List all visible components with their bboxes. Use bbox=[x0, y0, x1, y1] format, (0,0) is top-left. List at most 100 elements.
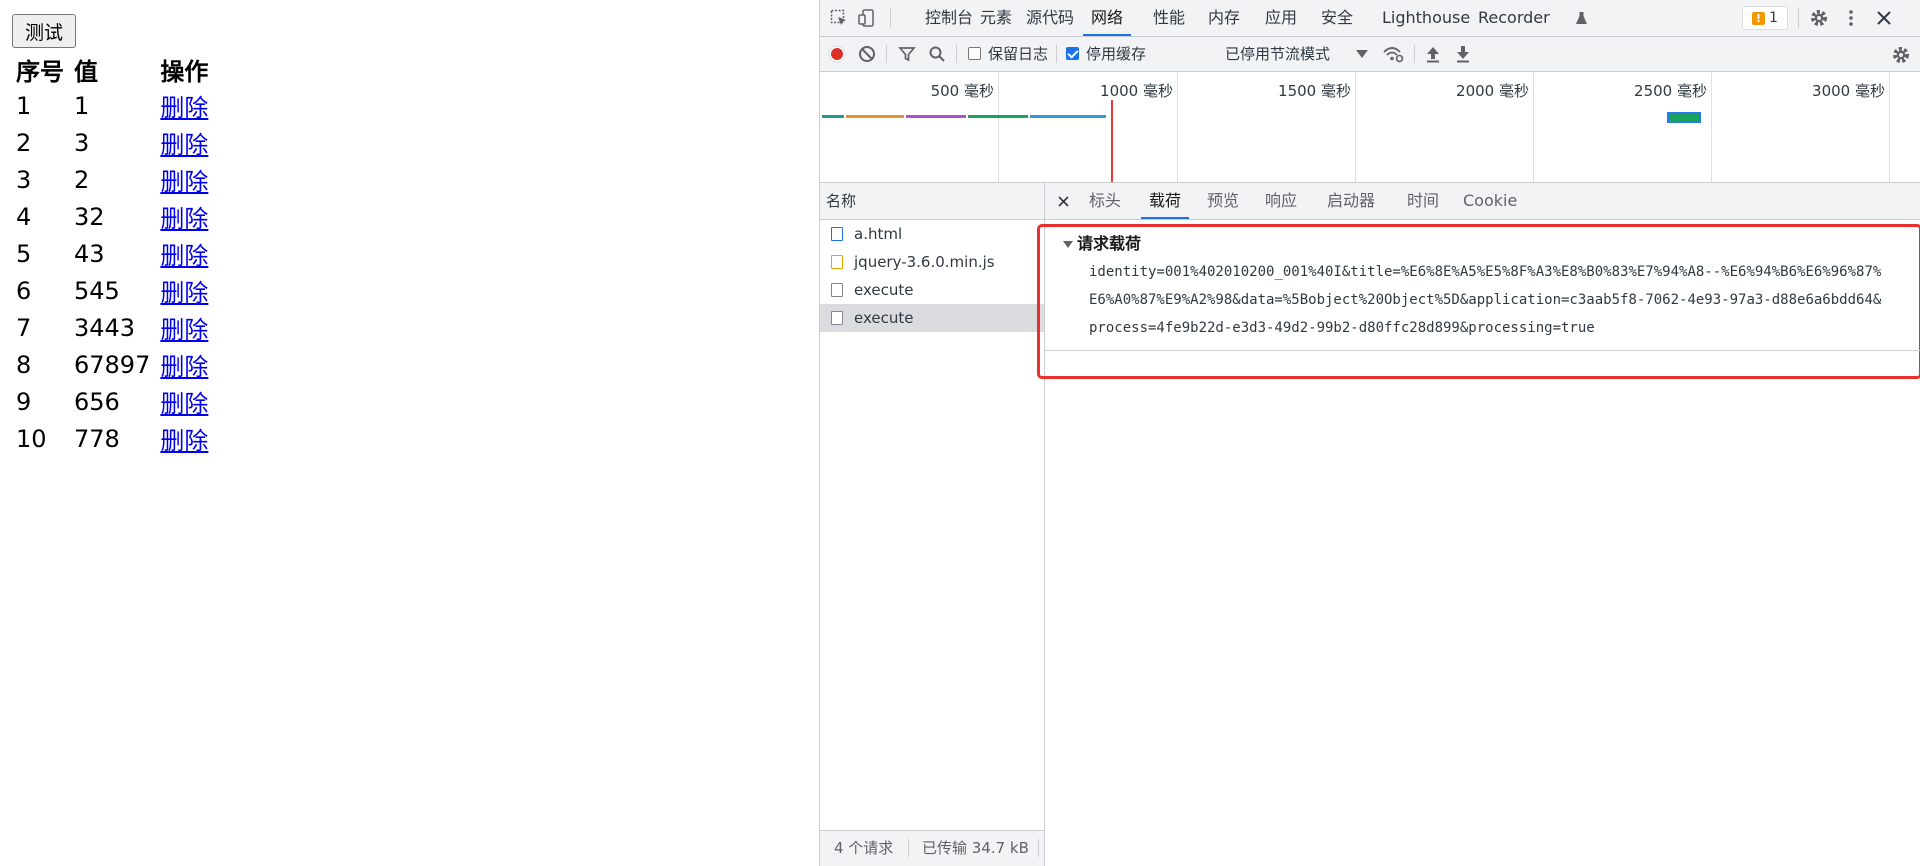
disable-cache-checkbox[interactable] bbox=[1066, 47, 1079, 60]
delete-link[interactable]: 删除 bbox=[160, 94, 208, 122]
tab-7[interactable]: 安全 bbox=[1321, 0, 1353, 36]
row-index: 7 bbox=[16, 313, 32, 342]
download-icon[interactable] bbox=[1454, 45, 1472, 63]
network-settings-gear-icon[interactable] bbox=[1890, 44, 1912, 66]
payload-section-header[interactable]: 请求载荷 bbox=[1063, 230, 1141, 254]
delete-link[interactable]: 删除 bbox=[160, 390, 208, 418]
detail-tab-5[interactable]: 时间 bbox=[1407, 183, 1439, 219]
detail-tab-3[interactable]: 响应 bbox=[1265, 183, 1297, 219]
row-value: 67897 bbox=[74, 350, 151, 379]
clear-icon[interactable] bbox=[858, 45, 876, 63]
tab-1[interactable]: 元素 bbox=[980, 0, 1012, 36]
request-status-bar: 4 个请求 已传输 34.7 kB bbox=[820, 830, 1044, 866]
tab-5[interactable]: 内存 bbox=[1208, 0, 1240, 36]
row-value: 32 bbox=[74, 202, 105, 231]
issues-badge[interactable]: ! 1 bbox=[1742, 6, 1788, 30]
timeline-tick-label: 1000 毫秒 bbox=[1100, 82, 1173, 100]
row-value: 3443 bbox=[74, 313, 136, 342]
tab-6[interactable]: 应用 bbox=[1265, 0, 1297, 36]
network-conditions-icon[interactable] bbox=[1382, 44, 1404, 64]
row-action: 删除 bbox=[156, 272, 214, 309]
timeline-tick-label: 3000 毫秒 bbox=[1812, 82, 1885, 100]
record-icon[interactable] bbox=[828, 45, 846, 63]
triangle-down-icon bbox=[1063, 241, 1073, 248]
disable-cache-label: 停用缓存 bbox=[1086, 45, 1147, 63]
table-row: 9 656 删除 bbox=[12, 383, 214, 420]
tab-0[interactable]: 控制台 bbox=[925, 0, 973, 36]
delete-link[interactable]: 删除 bbox=[160, 427, 208, 455]
search-icon[interactable] bbox=[928, 45, 946, 63]
close-devtools-icon[interactable] bbox=[1874, 8, 1894, 28]
delete-link[interactable]: 删除 bbox=[160, 316, 208, 344]
detail-tab-4[interactable]: 启动器 bbox=[1327, 183, 1375, 219]
waterfall-bar bbox=[822, 115, 844, 118]
settings-gear-icon[interactable] bbox=[1808, 7, 1830, 29]
delete-link[interactable]: 删除 bbox=[160, 205, 208, 233]
request-list-header[interactable]: 名称 bbox=[820, 183, 1044, 220]
row-action: 删除 bbox=[156, 124, 214, 161]
table-row: 10 778 删除 bbox=[12, 420, 214, 457]
timeline-gridline bbox=[1889, 72, 1890, 182]
request-count: 4 个请求 bbox=[834, 839, 894, 857]
row-action: 删除 bbox=[156, 87, 214, 124]
row-index: 6 bbox=[16, 276, 32, 305]
preserve-log-checkbox[interactable] bbox=[968, 47, 981, 60]
delete-link[interactable]: 删除 bbox=[160, 168, 208, 196]
request-name: execute bbox=[854, 309, 914, 327]
close-details-icon[interactable] bbox=[1055, 193, 1071, 209]
throttling-select[interactable]: 已停用节流模式 bbox=[1225, 37, 1330, 71]
tab-3[interactable]: 网络 bbox=[1082, 0, 1132, 36]
timeline-tick-label: 500 毫秒 bbox=[930, 82, 994, 100]
timeline-tick-label: 1500 毫秒 bbox=[1278, 82, 1351, 100]
tab-4[interactable]: 性能 bbox=[1153, 0, 1185, 36]
row-action: 删除 bbox=[156, 235, 214, 272]
request-row[interactable]: execute bbox=[820, 276, 1044, 304]
waterfall-bar bbox=[846, 115, 904, 118]
row-value: 43 bbox=[74, 239, 105, 268]
delete-link[interactable]: 删除 bbox=[160, 242, 208, 270]
table-row: 6 545 删除 bbox=[12, 272, 214, 309]
detail-tab-0[interactable]: 标头 bbox=[1089, 183, 1121, 219]
issues-count: 1 bbox=[1769, 10, 1778, 26]
more-options-icon[interactable] bbox=[1841, 7, 1861, 29]
devtools-tab-bar: 控制台 元素 源代码 网络 性能 内存 应用 安全 Lighthouse Recorder ! 1 bbox=[820, 0, 1920, 37]
request-list: 名称 a.html jquery-3.6.0.min.js execute execu… bbox=[820, 183, 1045, 866]
device-toolbar-icon[interactable] bbox=[857, 8, 877, 28]
inspect-element-icon[interactable] bbox=[829, 8, 849, 28]
detail-tab-1[interactable]: 载荷 bbox=[1140, 183, 1190, 219]
delete-link[interactable]: 删除 bbox=[160, 353, 208, 381]
payload-line: process=4fe9b22d-e3d3-49d2-99b2-d80ffc28… bbox=[1089, 320, 1595, 336]
tab-2[interactable]: 源代码 bbox=[1026, 0, 1074, 36]
row-index: 4 bbox=[16, 202, 32, 231]
request-row[interactable]: a.html bbox=[820, 220, 1044, 248]
delete-link[interactable]: 删除 bbox=[160, 131, 208, 159]
timeline-tick-label: 2000 毫秒 bbox=[1456, 82, 1529, 100]
test-button[interactable]: 测试 bbox=[12, 14, 77, 48]
row-value: 656 bbox=[74, 387, 120, 416]
tab-9[interactable]: Recorder bbox=[1478, 0, 1550, 36]
row-index: 2 bbox=[16, 128, 32, 157]
row-value: 778 bbox=[74, 424, 120, 453]
delete-link[interactable]: 删除 bbox=[160, 279, 208, 307]
row-value: 1 bbox=[74, 91, 90, 120]
request-row[interactable]: execute bbox=[820, 304, 1044, 332]
detail-tab-6[interactable]: Cookie bbox=[1463, 183, 1517, 219]
request-row[interactable]: jquery-3.6.0.min.js bbox=[820, 248, 1044, 276]
detail-tab-2[interactable]: 预览 bbox=[1207, 183, 1239, 219]
network-overview-timeline[interactable]: 500 毫秒 1000 毫秒 1500 毫秒 2000 毫秒 2500 毫秒 3000 毫… bbox=[820, 72, 1920, 183]
filter-icon[interactable] bbox=[898, 45, 916, 63]
tab-8[interactable]: Lighthouse bbox=[1382, 0, 1470, 36]
table-row: 5 43 删除 bbox=[12, 235, 214, 272]
timeline-gridline bbox=[1711, 72, 1712, 182]
column-header-action: 操作 bbox=[160, 58, 209, 86]
script-file-icon bbox=[831, 255, 843, 269]
request-file-icon bbox=[831, 283, 843, 297]
table-row: 8 67897 删除 bbox=[12, 346, 214, 383]
table-row: 7 3443 删除 bbox=[12, 309, 214, 346]
request-file-icon bbox=[831, 311, 843, 325]
chevron-down-icon[interactable] bbox=[1355, 47, 1369, 61]
waterfall-bar bbox=[906, 115, 966, 118]
timeline-tick-label: 2500 毫秒 bbox=[1634, 82, 1707, 100]
upload-icon[interactable] bbox=[1424, 45, 1442, 63]
waterfall-bar bbox=[1030, 115, 1106, 118]
